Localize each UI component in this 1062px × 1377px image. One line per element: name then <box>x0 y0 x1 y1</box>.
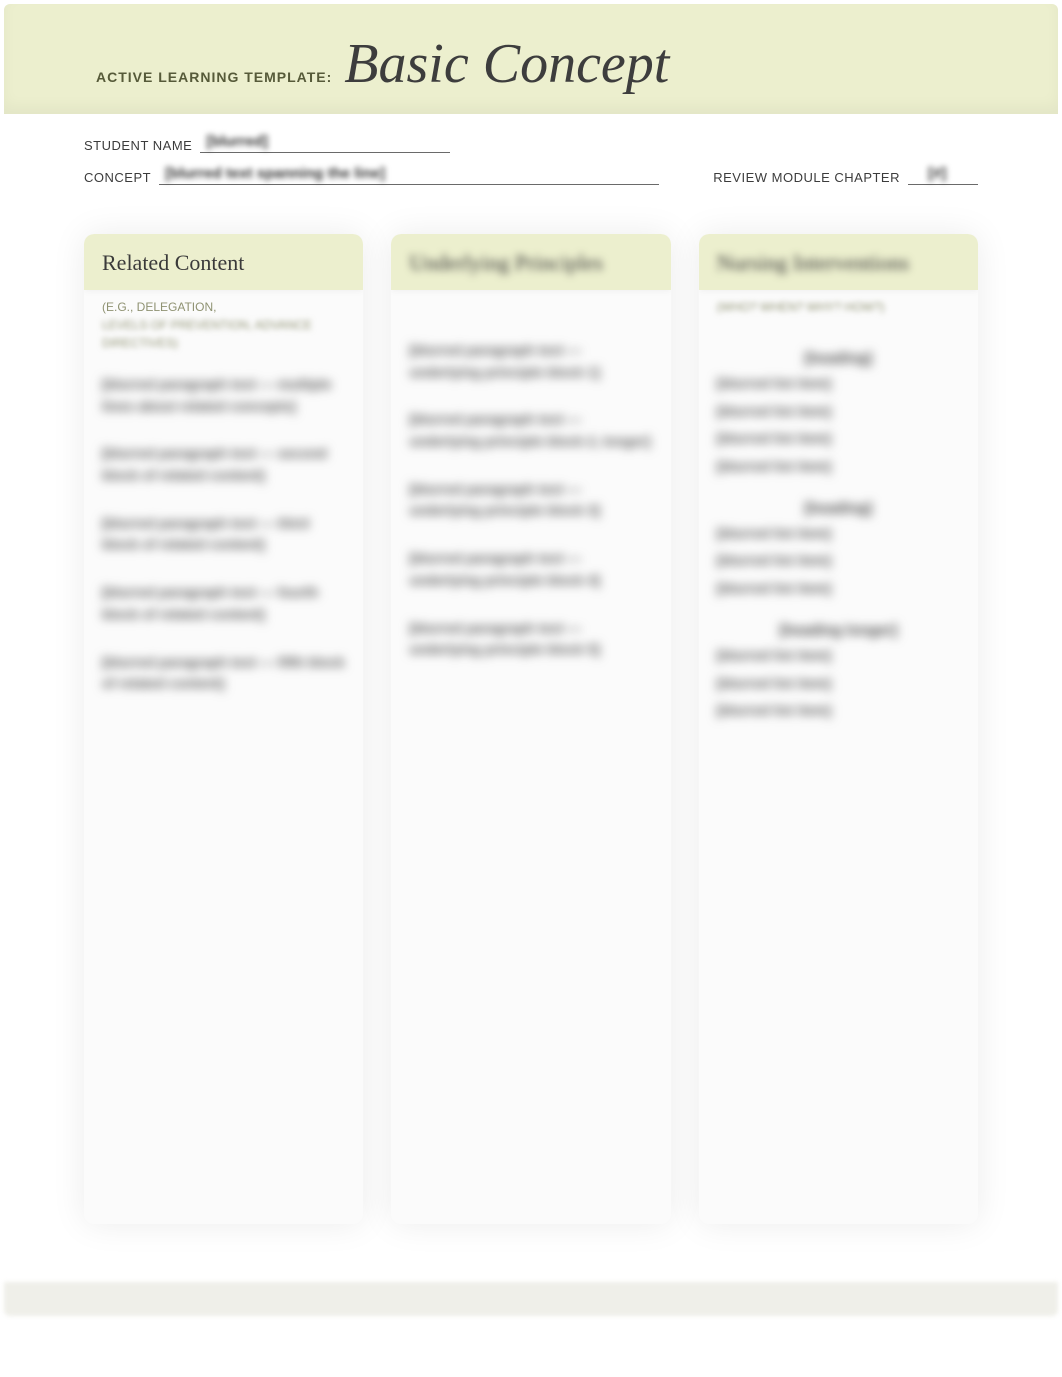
concept-row: CONCEPT [blurred text spanning the line] <box>84 164 659 185</box>
footer-band <box>4 1282 1058 1316</box>
chapter-row: REVIEW MODULE CHAPTER [#] <box>713 164 978 185</box>
subtitle-interventions: (WHO? WHEN? WHY? HOW?) <box>717 298 960 316</box>
columns: Related Content (E.G., DELEGATION, LEVEL… <box>84 234 978 1224</box>
concept-label: CONCEPT <box>84 170 151 185</box>
related-para: [blurred paragraph text — third block of… <box>102 513 345 556</box>
card-subtitle-interventions: (WHO? WHEN? WHY? HOW?) <box>717 298 960 316</box>
intervention-head: [heading longer] <box>717 622 960 639</box>
student-name-label: STUDENT NAME <box>84 138 192 153</box>
principle-para: [blurred paragraph text — underlying pri… <box>409 548 652 591</box>
chapter-value: [#] <box>928 165 946 182</box>
card-title-related: Related Content <box>102 250 345 276</box>
student-name-value: [blurred] <box>206 133 268 150</box>
page: ACTIVE LEARNING TEMPLATE: Basic Concept … <box>0 4 1062 1316</box>
card-title-interventions: Nursing Interventions <box>717 250 960 276</box>
intervention-item: [blurred list item] <box>717 673 960 695</box>
intervention-head: [heading] <box>717 500 960 517</box>
subtitle-rest: LEVELS OF PREVENTION, ADVANCE DIRECTIVES… <box>102 316 345 352</box>
principle-para: [blurred paragraph text — underlying pri… <box>409 479 652 522</box>
intervention-item: [blurred list item] <box>717 700 960 722</box>
student-name-field: [blurred] <box>200 132 450 153</box>
intervention-item: [blurred list item] <box>717 373 960 395</box>
card-header: Underlying Principles <box>391 234 670 290</box>
intervention-item: [blurred list item] <box>717 550 960 572</box>
related-para: [blurred paragraph text — second block o… <box>102 443 345 486</box>
intervention-head: [heading] <box>717 350 960 367</box>
card-title-principles: Underlying Principles <box>409 250 652 276</box>
card-header: Nursing Interventions <box>699 234 978 290</box>
intervention-item: [blurred list item] <box>717 578 960 600</box>
card-nursing-interventions: Nursing Interventions (WHO? WHEN? WHY? H… <box>699 234 978 1224</box>
card-body-interventions: [heading] [blurred list item] [blurred l… <box>699 316 978 722</box>
concept-field: [blurred text spanning the line] <box>159 164 659 185</box>
student-name-row: STUDENT NAME [blurred] <box>84 132 450 153</box>
card-subtitle-related: (E.G., DELEGATION, LEVELS OF PREVENTION,… <box>102 298 345 352</box>
intervention-group: [heading] [blurred list item] [blurred l… <box>717 350 960 478</box>
card-related-content: Related Content (E.G., DELEGATION, LEVEL… <box>84 234 363 1224</box>
info-area: STUDENT NAME [blurred] CONCEPT [blurred … <box>84 132 978 202</box>
intervention-group: [heading longer] [blurred list item] [bl… <box>717 622 960 722</box>
principle-para: [blurred paragraph text — underlying pri… <box>409 340 652 383</box>
template-title: Basic Concept <box>344 36 669 92</box>
principle-para: [blurred paragraph text — underlying pri… <box>409 618 652 661</box>
subtitle-first-line: (E.G., DELEGATION, <box>102 300 216 314</box>
intervention-item: [blurred list item] <box>717 645 960 667</box>
intervention-item: [blurred list item] <box>717 401 960 423</box>
concept-value: [blurred text spanning the line] <box>165 165 385 182</box>
intervention-item: [blurred list item] <box>717 428 960 450</box>
related-para: [blurred paragraph text — fifth block of… <box>102 652 345 695</box>
related-para: [blurred paragraph text — multiple lines… <box>102 374 345 417</box>
card-body-principles: [blurred paragraph text — underlying pri… <box>391 290 670 661</box>
banner: ACTIVE LEARNING TEMPLATE: Basic Concept <box>4 4 1058 114</box>
intervention-item: [blurred list item] <box>717 523 960 545</box>
card-body-related: [blurred paragraph text — multiple lines… <box>84 352 363 695</box>
card-header: Related Content <box>84 234 363 290</box>
chapter-label: REVIEW MODULE CHAPTER <box>713 170 900 185</box>
template-label: ACTIVE LEARNING TEMPLATE: <box>96 69 332 85</box>
intervention-group: [heading] [blurred list item] [blurred l… <box>717 500 960 600</box>
related-para: [blurred paragraph text — fourth block o… <box>102 582 345 625</box>
intervention-item: [blurred list item] <box>717 456 960 478</box>
chapter-field: [#] <box>908 164 978 185</box>
principle-para: [blurred paragraph text — underlying pri… <box>409 409 652 452</box>
card-underlying-principles: Underlying Principles [blurred paragraph… <box>391 234 670 1224</box>
banner-inner: ACTIVE LEARNING TEMPLATE: Basic Concept <box>96 36 669 92</box>
